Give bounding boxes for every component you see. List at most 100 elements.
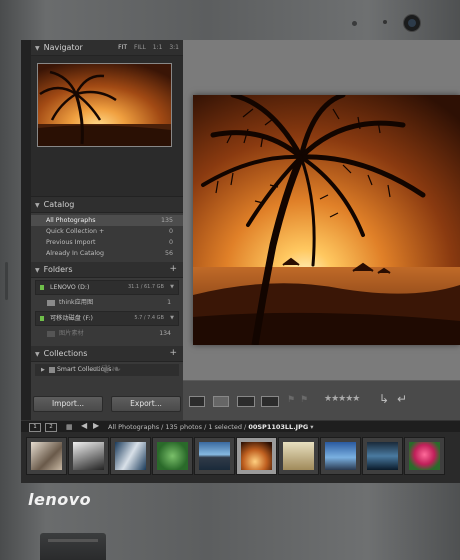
navigator-thumbnail[interactable] — [37, 63, 172, 147]
laptop-hinge — [40, 533, 106, 560]
folder-icon — [47, 300, 55, 306]
catalog-item-already-in-catalog[interactable]: Already In Catalog 56 — [31, 248, 183, 259]
volume-label: LENOVO (D:) — [50, 284, 90, 291]
filmstrip-thumbnail[interactable] — [362, 437, 403, 475]
filmstrip-thumbnail[interactable] — [278, 437, 319, 475]
source-label: All Photographs — [108, 423, 160, 431]
collections-header[interactable]: ▼ Collections + — [31, 346, 183, 362]
import-button[interactable]: Import... — [33, 396, 103, 412]
chevron-down-icon[interactable]: ▼ — [170, 281, 174, 294]
volume-capacity: 5.7 / 7.4 GB — [134, 315, 164, 321]
folder-item[interactable]: think应用图 1 — [35, 297, 179, 309]
volume-status-icon — [40, 285, 44, 290]
collections-title: Collections — [43, 349, 88, 358]
catalog-item-count: 135 — [160, 217, 173, 224]
catalog-header[interactable]: ▼ Catalog — [31, 197, 183, 213]
folder-count: 1 — [167, 299, 171, 306]
left-panel: ▼ Navigator FIT FILL 1:1 3:1 ▼ Catalog A… — [31, 40, 183, 420]
filmstrip-thumbnail[interactable] — [194, 437, 235, 475]
chevron-down-icon[interactable]: ▾ — [310, 423, 313, 431]
navigator-title: Navigator — [43, 43, 83, 52]
filmstrip-thumbnail[interactable] — [26, 437, 67, 475]
filmstrip-thumbnail[interactable] — [110, 437, 151, 475]
catalog-item-label: Already In Catalog — [46, 250, 104, 257]
view-toolbar: ⚑ ⚑ ★★★★★ ↳ ↵ — [183, 380, 460, 421]
volume-label: 可移动磁盘 (F:) — [50, 315, 93, 322]
star-rating-icon[interactable]: ★★★★★ — [324, 394, 360, 404]
catalog-title: Catalog — [43, 200, 75, 209]
catalog-item-count: 56 — [164, 250, 173, 257]
laptop-bezel: ▼ Navigator FIT FILL 1:1 3:1 ▼ Catalog A… — [0, 0, 460, 560]
folder-label: 图片素材 — [59, 330, 84, 337]
filmstrip-thumbnail[interactable] — [68, 437, 109, 475]
zoom-fill-option[interactable]: FILL — [134, 44, 146, 51]
indicator-light-icon — [383, 20, 387, 24]
palm-sunset-image — [193, 95, 460, 345]
catalog-item-all-photographs[interactable]: All Photographs 135 — [31, 215, 183, 226]
volume-lenovo-d[interactable]: LENOVO (D:) 31.1 / 61.7 GB ▼ — [35, 280, 179, 295]
zoom-fit-option[interactable]: FIT — [118, 44, 127, 51]
page-2-button[interactable]: 2 — [45, 423, 57, 432]
loupe-view — [183, 40, 460, 380]
zoom-3to1-option[interactable]: 3:1 — [169, 44, 179, 51]
palm-sunset-preview-image — [38, 64, 171, 146]
filmstrip — [21, 432, 460, 483]
collapse-triangle-icon[interactable]: ▼ — [35, 202, 40, 209]
chevron-down-icon[interactable]: ▼ — [170, 312, 174, 325]
folder-count: 134 — [159, 330, 171, 337]
flag-pick-icon[interactable]: ⚑ — [287, 395, 295, 405]
catalog-item-count: 0 — [168, 228, 173, 235]
zoom-options: FIT FILL 1:1 3:1 — [113, 40, 179, 55]
selected-filename: 00SP1103LL.JPG — [248, 423, 309, 431]
folders-header[interactable]: ▼ Folders + — [31, 262, 183, 278]
page-1-button[interactable]: 1 — [29, 423, 41, 432]
main-photo[interactable] — [193, 95, 460, 345]
collapse-triangle-icon[interactable]: ▼ — [35, 351, 40, 358]
panel-end-ornament-icon: ❧❦❧ — [91, 362, 122, 376]
volume-removable-f[interactable]: 可移动磁盘 (F:) 5.7 / 7.4 GB ▼ — [35, 311, 179, 326]
rotate-right-icon[interactable]: ↵ — [397, 392, 407, 406]
catalog-item-previous-import[interactable]: Previous Import 0 — [31, 237, 183, 248]
bezel-notch — [5, 262, 8, 300]
compare-view-icon[interactable] — [237, 396, 255, 407]
catalog-item-label: Previous Import — [46, 239, 96, 246]
catalog-list: All Photographs 135 Quick Collection + 0… — [31, 213, 183, 262]
catalog-item-label: All Photographs — [46, 217, 96, 224]
photo-count-info: / 135 photos / 1 selected / — [159, 423, 247, 431]
filmstrip-thumbnail[interactable] — [152, 437, 193, 475]
filmstrip-thumbnail-selected[interactable] — [236, 437, 277, 475]
folders-title: Folders — [43, 265, 73, 274]
loupe-view-icon[interactable] — [213, 396, 229, 407]
forward-arrow-icon[interactable]: ▶ — [93, 421, 99, 430]
collapse-triangle-icon[interactable]: ▼ — [35, 267, 40, 274]
expand-triangle-icon[interactable]: ▶ — [41, 364, 45, 376]
webcam-icon — [403, 14, 421, 32]
lenovo-logo: lenovo — [28, 490, 92, 509]
navigator-preview-area — [31, 56, 183, 197]
volume-status-icon — [40, 316, 44, 321]
sensor-icon — [352, 21, 357, 26]
folder-icon — [47, 331, 55, 337]
catalog-item-quick-collection[interactable]: Quick Collection + 0 — [31, 226, 183, 237]
back-arrow-icon[interactable]: ◀ — [81, 421, 87, 430]
survey-view-icon[interactable] — [261, 396, 279, 407]
catalog-item-label: Quick Collection + — [46, 228, 105, 235]
grid-view-icon[interactable] — [189, 396, 205, 407]
flag-reject-icon[interactable]: ⚑ — [300, 395, 308, 405]
collapse-triangle-icon[interactable]: ▼ — [35, 45, 40, 52]
navigator-header[interactable]: ▼ Navigator FIT FILL 1:1 3:1 — [31, 40, 183, 56]
add-folder-icon[interactable]: + — [169, 262, 177, 277]
export-button[interactable]: Export... — [111, 396, 181, 412]
lightroom-screen: ▼ Navigator FIT FILL 1:1 3:1 ▼ Catalog A… — [21, 40, 460, 483]
filmstrip-thumbnail[interactable] — [404, 437, 445, 475]
add-collection-icon[interactable]: + — [169, 346, 177, 361]
grid-icon[interactable]: ▦ — [66, 423, 73, 431]
zoom-1to1-option[interactable]: 1:1 — [153, 44, 163, 51]
volume-capacity: 31.1 / 61.7 GB — [127, 284, 164, 290]
filmstrip-thumbnail[interactable] — [320, 437, 361, 475]
catalog-item-count: 0 — [168, 239, 173, 246]
smart-collection-icon — [49, 367, 55, 373]
folder-item[interactable]: 图片素材 134 — [35, 328, 179, 340]
rotate-left-icon[interactable]: ↳ — [379, 392, 389, 406]
folder-label: think应用图 — [59, 299, 94, 306]
